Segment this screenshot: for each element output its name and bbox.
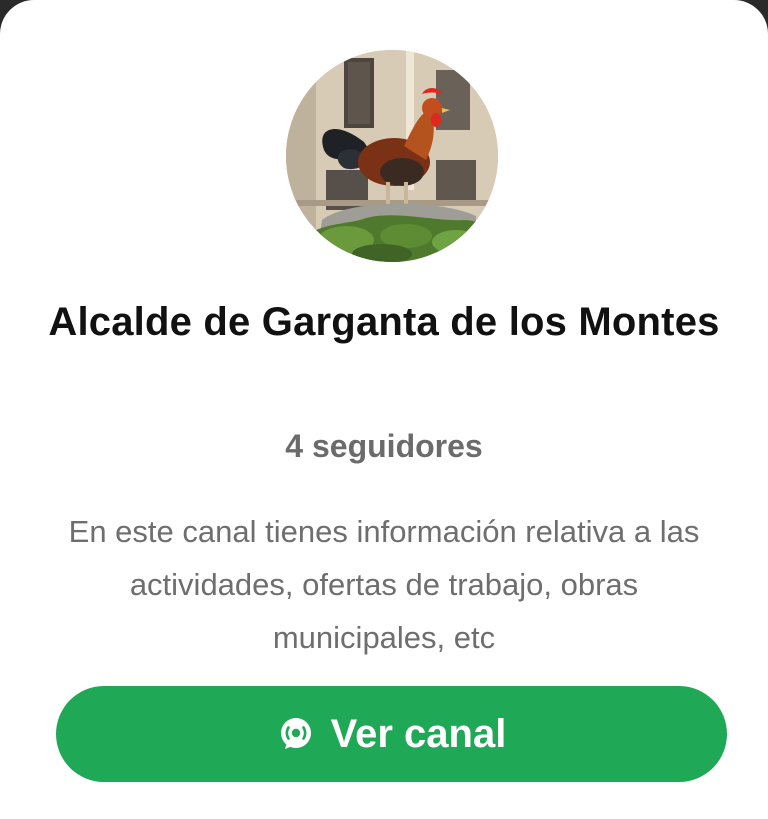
view-channel-label: Ver canal	[330, 712, 507, 756]
rooster-photo-icon	[286, 50, 498, 262]
channel-avatar	[286, 50, 498, 262]
follower-count: 4 seguidores	[285, 428, 483, 464]
channel-description: En este canal tienes información relativ…	[68, 514, 700, 655]
channel-icon	[280, 718, 311, 749]
view-channel-button[interactable]: Ver canal	[56, 686, 727, 782]
channel-card: Alcalde de Garganta de los Montes 4 segu…	[0, 0, 768, 819]
channel-name: Alcalde de Garganta de los Montes	[48, 300, 720, 344]
